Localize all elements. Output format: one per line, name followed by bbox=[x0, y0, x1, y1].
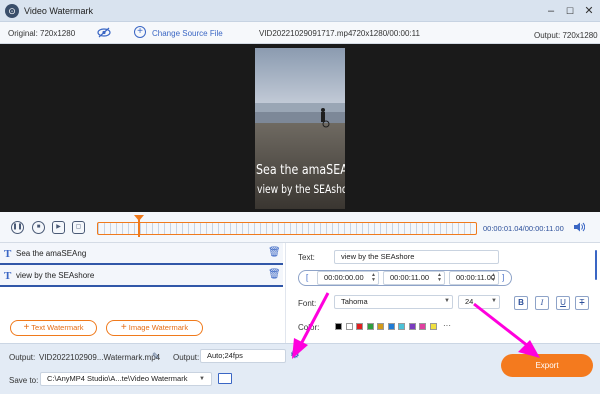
underline-button[interactable]: U bbox=[556, 296, 570, 310]
preview-watermark-line1[interactable]: Sea the amaSEAng bbox=[256, 162, 345, 178]
stop-button[interactable]: ■ bbox=[32, 221, 45, 234]
text-label: Text: bbox=[298, 253, 315, 262]
preview-watermark-line2[interactable]: view by the SEAshore bbox=[257, 182, 345, 196]
pencil-icon[interactable]: ✎ bbox=[152, 351, 160, 362]
range-start-bracket: [ bbox=[306, 273, 309, 282]
video-preview-frame: Sea the amaSEAng view by the SEAshore bbox=[255, 48, 345, 209]
text-type-icon: T bbox=[4, 270, 12, 282]
watermark-item[interactable]: T Sea the amaSEAng 🗑 bbox=[0, 243, 283, 265]
color-swatch[interactable] bbox=[408, 323, 416, 330]
start-time-spinner[interactable]: ▲ ▼ bbox=[371, 273, 376, 283]
source-info-bar: Original: 720x1280 + Change Source File … bbox=[0, 22, 600, 44]
app-logo-icon: ⊙ bbox=[5, 4, 19, 18]
trash-icon[interactable]: 🗑 bbox=[268, 269, 281, 280]
italic-button[interactable]: I bbox=[535, 296, 549, 310]
change-source-button[interactable]: Change Source File bbox=[152, 29, 223, 38]
color-swatch[interactable] bbox=[345, 323, 353, 330]
output-file-name: VID2022102909...Watermark.mp4 bbox=[39, 353, 161, 362]
more-colors-button[interactable]: ··· bbox=[443, 321, 451, 330]
plus-icon: + bbox=[120, 322, 127, 333]
save-to-label: Save to: bbox=[9, 376, 39, 385]
gear-icon[interactable]: ⚙ bbox=[290, 348, 300, 361]
snapshot-button[interactable]: ▢ bbox=[72, 221, 85, 234]
watermark-text-input[interactable]: view by the SEAshore bbox=[334, 250, 499, 264]
save-path-select[interactable]: C:\AnyMP4 Studio\A...te\Video Watermark bbox=[40, 372, 212, 386]
pause-button[interactable]: ❚❚ bbox=[11, 221, 24, 234]
maximize-button[interactable]: ☐ bbox=[561, 3, 579, 19]
color-swatch[interactable] bbox=[366, 323, 374, 330]
scrollbar[interactable] bbox=[595, 250, 597, 280]
output-resolution: Output: 720x1280 bbox=[534, 31, 598, 40]
output-format-field: Auto;24fps bbox=[200, 349, 286, 363]
color-swatch[interactable] bbox=[429, 323, 437, 330]
title-bar: ⊙ Video Watermark – ☐ ✕ bbox=[0, 0, 600, 22]
chevron-down-icon[interactable]: ▼ bbox=[444, 298, 450, 304]
color-swatch[interactable] bbox=[377, 323, 384, 330]
end-time-input[interactable]: 00:00:11.00 bbox=[383, 271, 445, 285]
duration-spinner[interactable]: ▲ ▼ bbox=[491, 273, 496, 283]
add-text-watermark-button[interactable]: + Text Watermark bbox=[10, 320, 97, 336]
watermark-item-label: Sea the amaSEAng bbox=[16, 249, 87, 258]
color-swatch[interactable] bbox=[398, 323, 405, 330]
color-label: Color: bbox=[298, 323, 320, 332]
range-end-bracket: ] bbox=[502, 273, 505, 282]
export-button[interactable]: Export bbox=[501, 354, 593, 377]
text-type-icon: T bbox=[4, 248, 12, 260]
window-title: Video Watermark bbox=[24, 6, 94, 16]
plus-icon: + bbox=[23, 322, 30, 333]
source-file-info: 720x1280/00:00:11 bbox=[352, 29, 420, 38]
color-swatch[interactable] bbox=[387, 323, 395, 330]
watermark-item-selected[interactable]: T view by the SEAshore 🗑 bbox=[0, 265, 283, 287]
font-label: Font: bbox=[298, 299, 317, 308]
font-select[interactable]: Tahoma bbox=[334, 295, 453, 309]
next-frame-button[interactable]: ▶ bbox=[52, 221, 65, 234]
eye-icon[interactable] bbox=[97, 27, 111, 40]
playhead[interactable] bbox=[138, 217, 140, 237]
add-source-icon[interactable]: + bbox=[134, 26, 146, 38]
color-swatch[interactable] bbox=[356, 323, 363, 330]
folder-icon[interactable] bbox=[218, 373, 232, 384]
timeline-track[interactable] bbox=[97, 222, 477, 235]
color-swatch[interactable] bbox=[335, 323, 342, 330]
original-resolution: Original: 720x1280 bbox=[8, 29, 76, 38]
end-time-spinner[interactable]: ▲ ▼ bbox=[437, 273, 442, 283]
trash-icon[interactable]: 🗑 bbox=[268, 247, 281, 258]
output-format-label: Output: bbox=[173, 353, 200, 362]
watermark-item-label: view by the SEAshore bbox=[16, 271, 95, 280]
color-swatch[interactable] bbox=[419, 323, 426, 330]
chevron-down-icon[interactable]: ▼ bbox=[491, 298, 497, 304]
time-display: 00:00:01.04/00:00:11.00 bbox=[483, 224, 564, 233]
start-time-input[interactable]: 00:00:00.00 bbox=[317, 271, 379, 285]
add-image-watermark-button[interactable]: + Image Watermark bbox=[106, 320, 203, 336]
output-label: Output: bbox=[9, 353, 36, 362]
minimize-button[interactable]: – bbox=[542, 3, 560, 19]
volume-icon[interactable] bbox=[573, 222, 586, 234]
bold-button[interactable]: B bbox=[514, 296, 528, 310]
source-file-name: VID20221029091717.mp4 bbox=[259, 29, 353, 38]
chevron-down-icon[interactable]: ▼ bbox=[199, 376, 205, 382]
close-button[interactable]: ✕ bbox=[580, 3, 598, 19]
strikethrough-button[interactable]: T bbox=[575, 296, 589, 310]
